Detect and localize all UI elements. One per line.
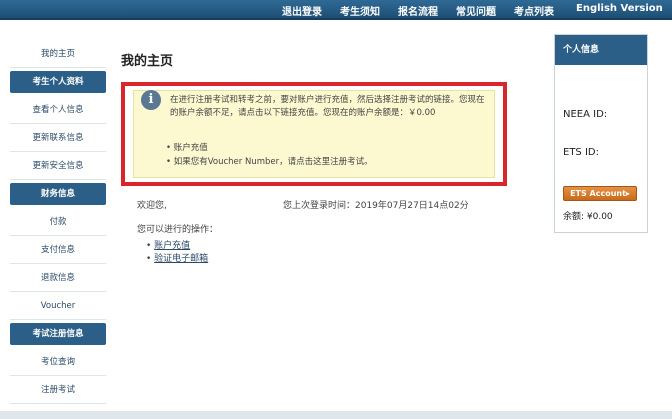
- info-icon: i: [141, 90, 161, 110]
- notice-item-recharge[interactable]: 账户充值: [166, 141, 373, 155]
- page-title: 我的主页: [121, 54, 174, 69]
- sidebar-item-seat-query[interactable]: 考位查询: [10, 348, 106, 376]
- sidebar-item-view-info[interactable]: 查看个人信息: [10, 96, 106, 124]
- sidebar: 我的主页 考生个人资料 查看个人信息 更新联系信息 更新安全信息 财务信息 付款…: [10, 40, 106, 419]
- sidebar-item-register-exam[interactable]: 注册考试: [10, 376, 106, 404]
- panel-title: 个人信息: [555, 35, 647, 65]
- sidebar-item-payment[interactable]: 付款: [10, 208, 106, 236]
- notice-item-voucher[interactable]: 如果您有Voucher Number，请点击这里注册考试。: [166, 155, 373, 169]
- ets-id-label: ETS ID:: [563, 147, 599, 158]
- notice-text: 在进行注册考试和转考之前，要对账户进行充值，然后选择注册考试的链接。您现在的账户…: [170, 95, 485, 118]
- verify-email-link[interactable]: 验证电子邮箱: [154, 254, 208, 264]
- neea-id-label: NEEA ID:: [563, 109, 608, 120]
- nav-test-centers[interactable]: 考点列表: [514, 3, 554, 18]
- ets-account-button[interactable]: ETS Account▸: [563, 186, 637, 201]
- sidebar-item-update-contact[interactable]: 更新联系信息: [10, 124, 106, 152]
- sidebar-item-update-security[interactable]: 更新安全信息: [10, 152, 106, 180]
- sidebar-section-finance: 财务信息: [10, 183, 106, 205]
- last-login-text: 您上次登录时间：2019年07月27日14点02分: [283, 201, 469, 211]
- sidebar-item-home[interactable]: 我的主页: [10, 40, 106, 68]
- notice-list: 账户充值 如果您有Voucher Number，请点击这里注册考试。: [166, 141, 373, 169]
- operation-item: 账户充值: [146, 240, 208, 253]
- sidebar-item-refund-info[interactable]: 退款信息: [10, 264, 106, 292]
- nav-english-version[interactable]: English Version: [576, 3, 663, 14]
- recharge-link[interactable]: 账户充值: [154, 241, 190, 251]
- sidebar-section-personal: 考生个人资料: [10, 71, 106, 93]
- sidebar-section-exam: 考试注册信息: [10, 323, 106, 345]
- operations-label: 您可以进行的操作：: [137, 225, 219, 235]
- operations-list: 账户充值 验证电子邮箱: [146, 240, 208, 266]
- personal-info-panel: 个人信息 NEEA ID: ETS ID: ETS Account▸ 余额: ¥…: [554, 34, 648, 233]
- footer-strip: [0, 411, 672, 419]
- nav-logout[interactable]: 退出登录: [282, 3, 322, 18]
- welcome-text: 欢迎您,: [137, 201, 167, 211]
- nav-faq[interactable]: 常见问题: [456, 3, 496, 18]
- sidebar-item-payment-info[interactable]: 支付信息: [10, 236, 106, 264]
- nav-registration-process[interactable]: 报名流程: [398, 3, 438, 18]
- top-nav-bar: 退出登录 考生须知 报名流程 常见问题 考点列表 English Version: [0, 0, 672, 20]
- balance-text: 余额: ¥0.00: [563, 212, 613, 222]
- nav-candidate-notice[interactable]: 考生须知: [340, 3, 380, 18]
- operation-item: 验证电子邮箱: [146, 253, 208, 266]
- sidebar-item-voucher[interactable]: Voucher: [10, 292, 106, 320]
